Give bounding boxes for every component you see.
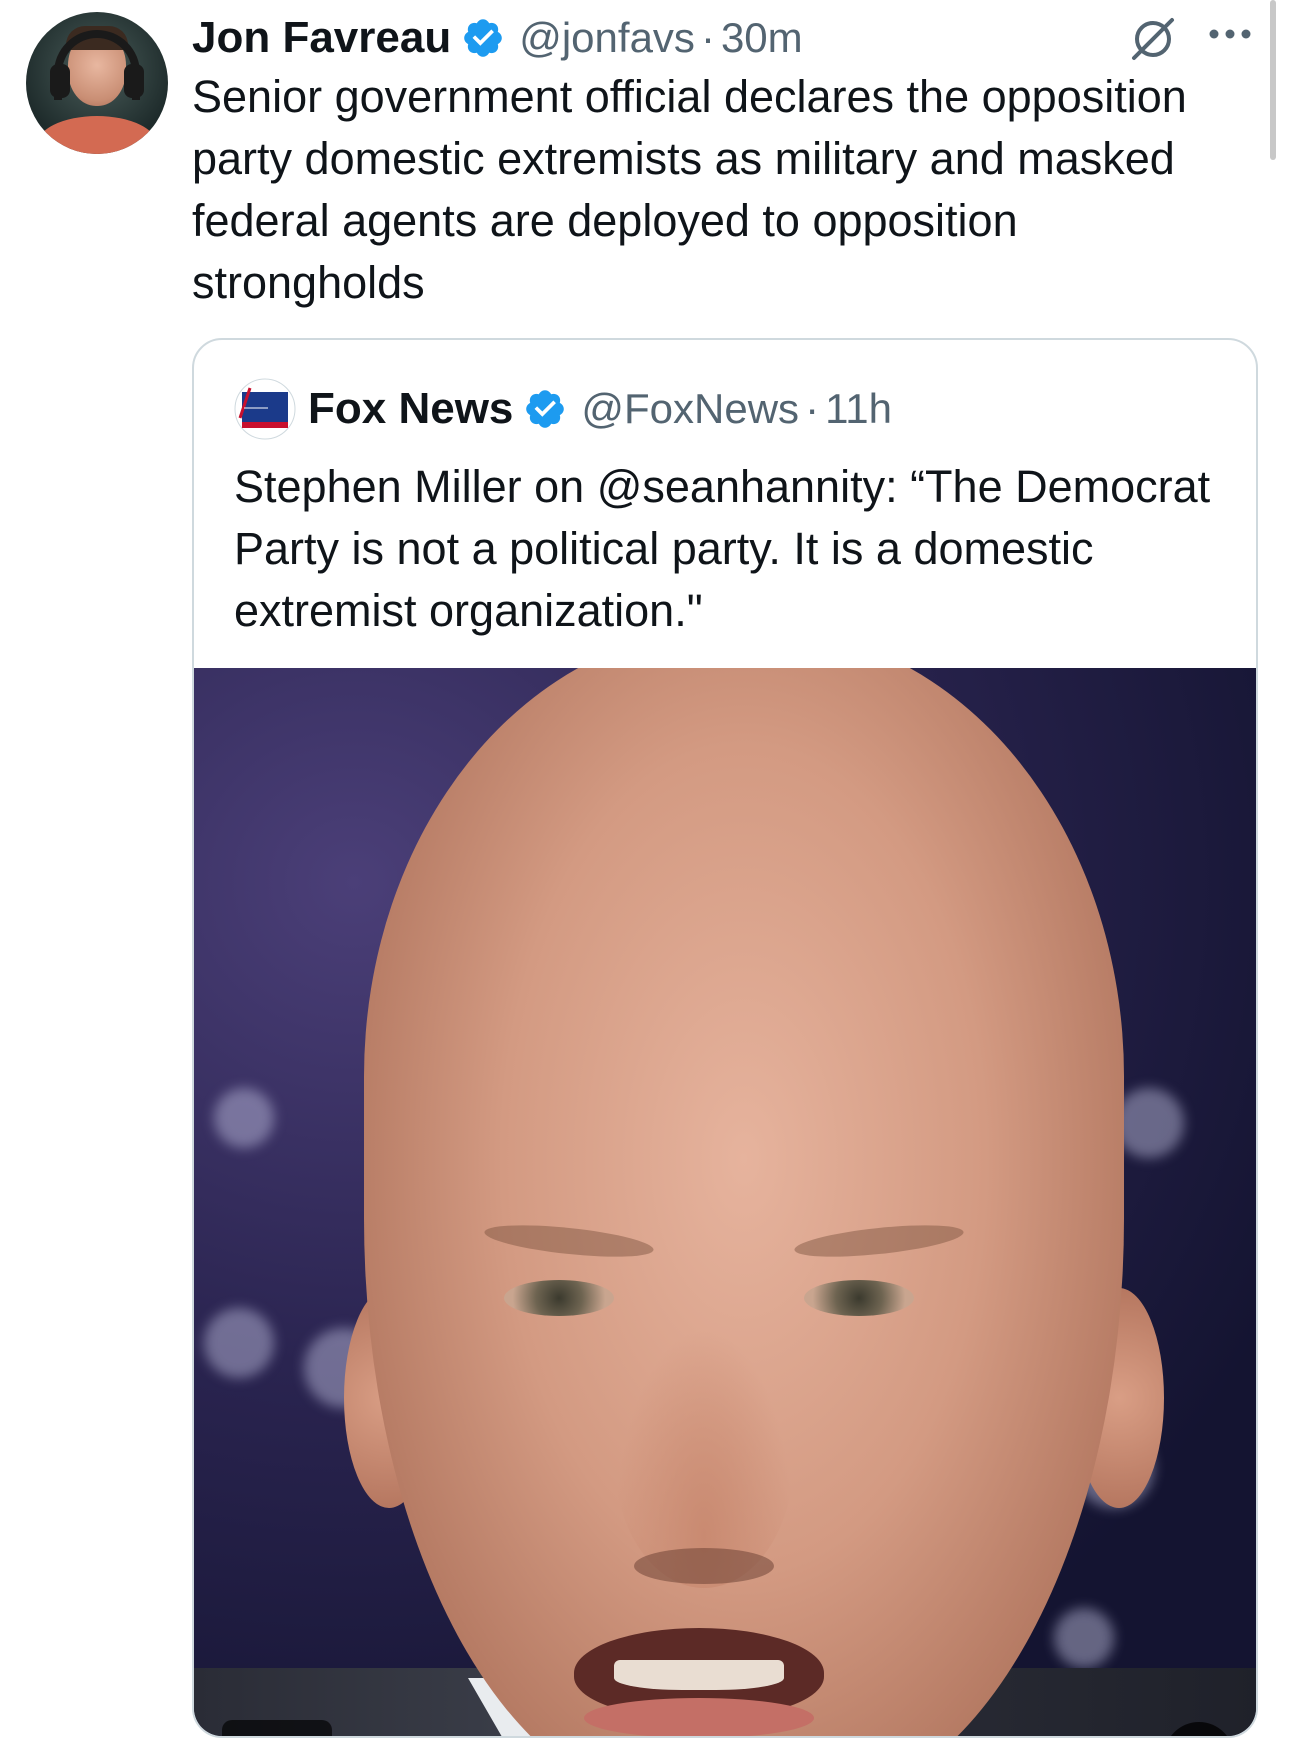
tweet-header: Jon Favreau @jonfavs · 30m: [192, 8, 803, 68]
quoted-tweet[interactable]: Fox News @FoxNews · 11h Stephen Miller o…: [192, 338, 1258, 1738]
background-bokeh: [214, 1088, 274, 1148]
tweet[interactable]: Jon Favreau @jonfavs · 30m Senior govern…: [0, 0, 1290, 1738]
teeth: [614, 1660, 784, 1690]
eye-right: [804, 1280, 914, 1316]
verified-badge-icon[interactable]: [461, 16, 505, 60]
quoted-verified-badge-icon[interactable]: [523, 387, 567, 431]
avatar-headphone-right: [124, 64, 144, 98]
author-avatar[interactable]: [26, 12, 168, 154]
eye-left: [504, 1280, 614, 1316]
author-name[interactable]: Jon Favreau: [192, 13, 451, 63]
tweet-time[interactable]: 30m: [721, 14, 803, 62]
quoted-separator-dot: ·: [805, 385, 820, 432]
author-handle[interactable]: @jonfavs: [519, 14, 695, 62]
separator-dot: ·: [700, 14, 715, 61]
quoted-author-handle[interactable]: @FoxNews: [581, 385, 799, 433]
quoted-tweet-time[interactable]: 11h: [825, 385, 892, 433]
nostrils: [634, 1548, 774, 1584]
video-duration-badge: [222, 1720, 332, 1736]
background-bokeh: [1054, 1608, 1114, 1668]
tweet-text: Senior government official declares the …: [192, 71, 1187, 308]
more-icon[interactable]: [1208, 28, 1252, 40]
grok-icon[interactable]: [1128, 14, 1178, 64]
lower-lip: [584, 1698, 814, 1736]
avatar-shirt: [36, 116, 158, 154]
scrollbar[interactable]: [1270, 0, 1276, 160]
avatar-headphone-left: [50, 64, 70, 98]
quoted-tweet-text: Stephen Miller on @seanhannity: “The Dem…: [234, 461, 1211, 636]
background-bokeh: [204, 1308, 274, 1378]
background-bokeh: [1114, 1088, 1184, 1158]
quoted-tweet-header: Fox News @FoxNews · 11h: [234, 376, 892, 442]
quoted-video-thumbnail[interactable]: [194, 668, 1256, 1736]
quoted-author-name[interactable]: Fox News: [308, 384, 513, 434]
fox-news-logo-icon[interactable]: [234, 378, 296, 440]
